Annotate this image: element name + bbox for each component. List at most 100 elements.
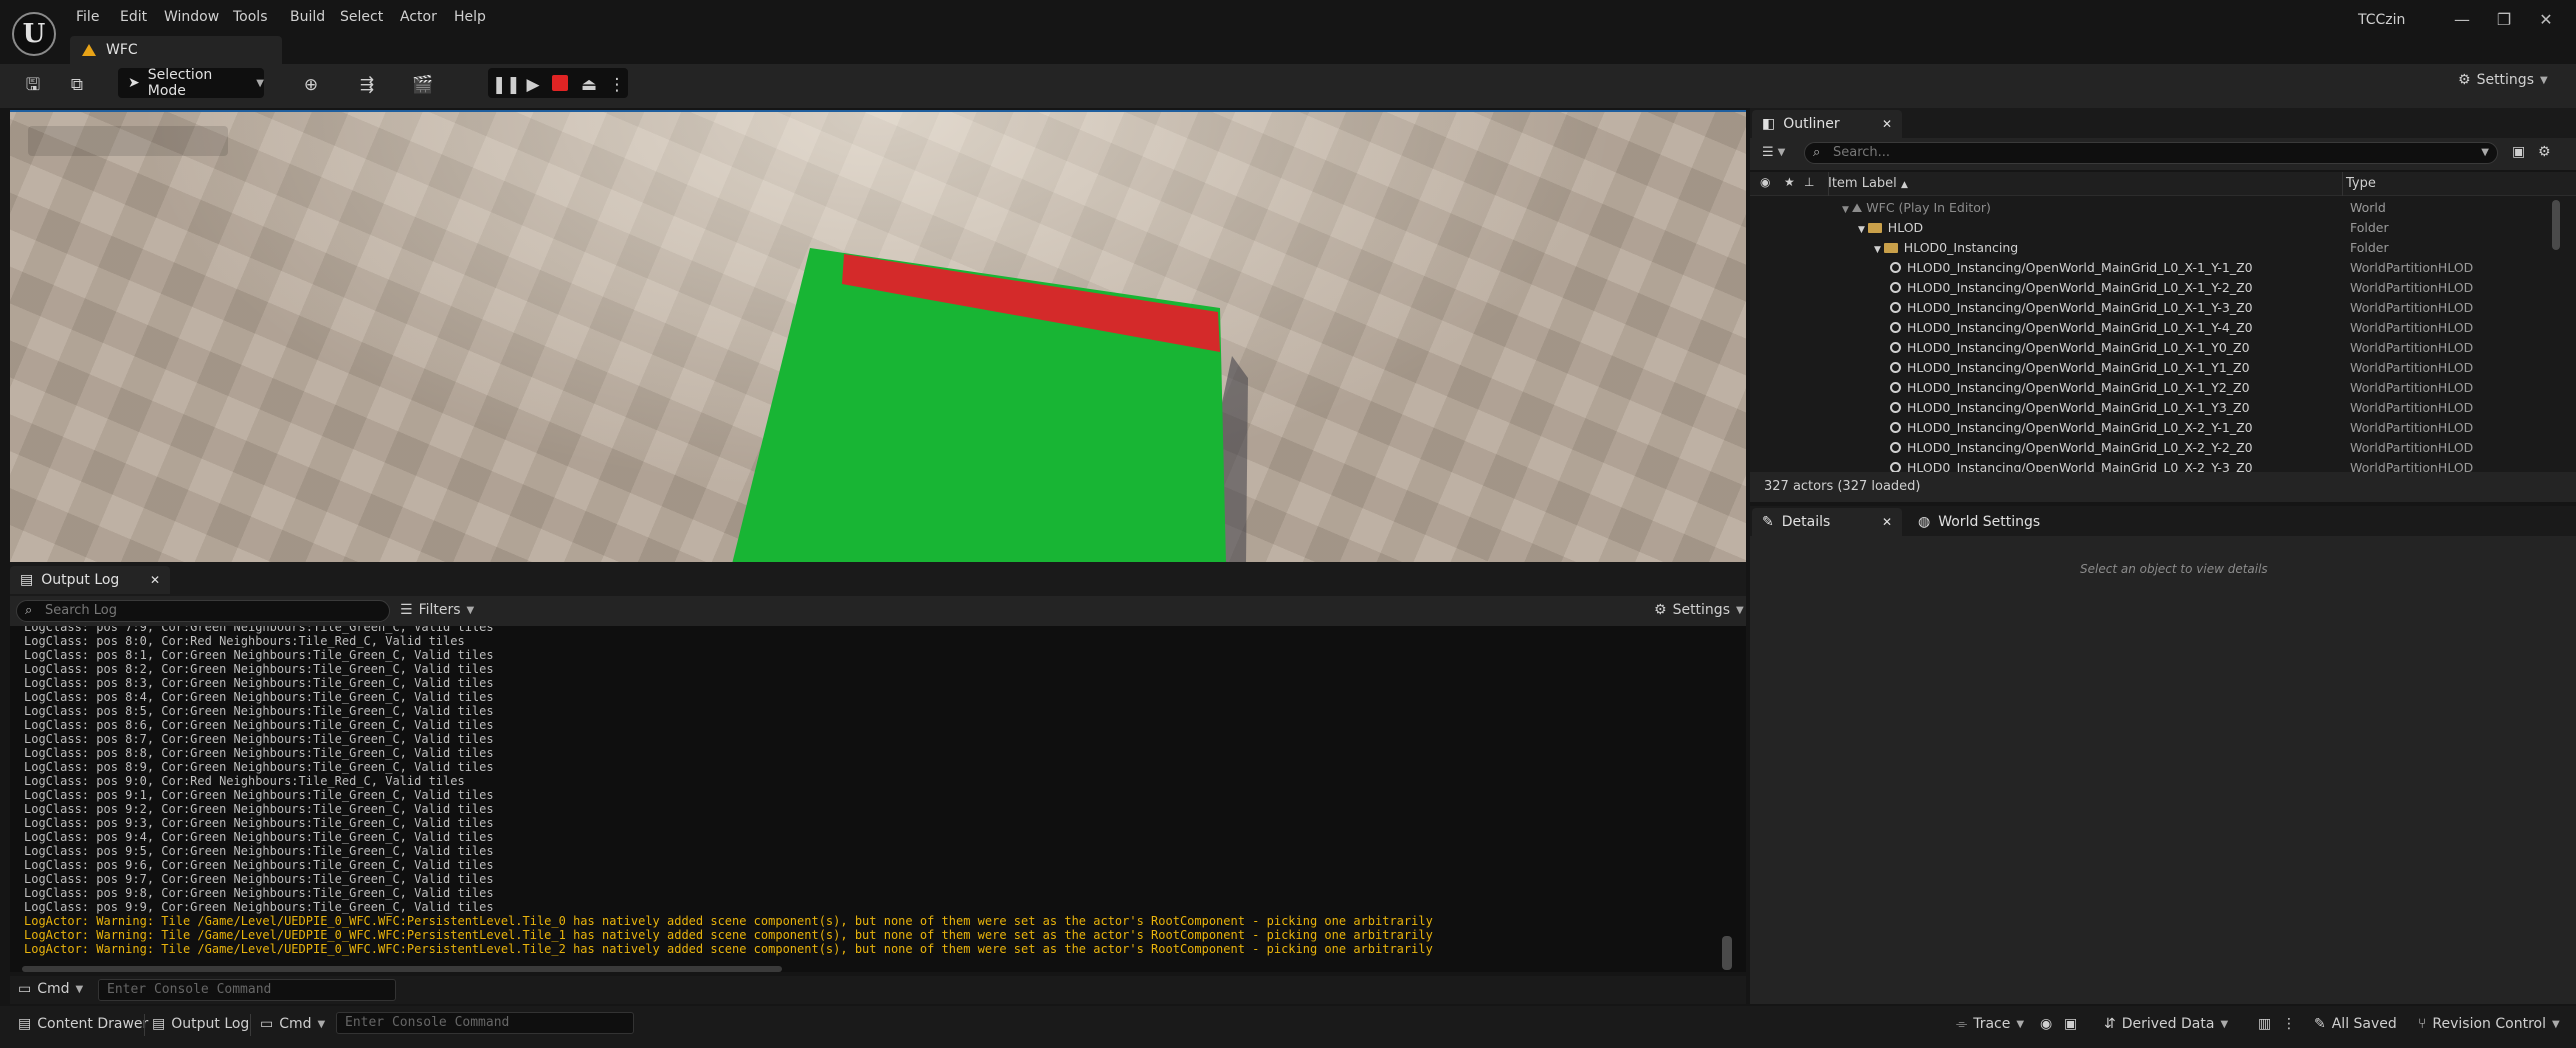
log-settings-button[interactable]: ⚙ Settings ▼ xyxy=(1654,602,1744,618)
close-tab-icon[interactable]: ✕ xyxy=(1882,117,1892,131)
close-tab-icon[interactable]: ✕ xyxy=(1882,515,1892,529)
actor-icon xyxy=(1890,342,1901,353)
drawer-icon: ▤ xyxy=(18,1016,32,1032)
close-icon[interactable]: ✕ xyxy=(2526,6,2566,34)
menu-tools[interactable]: Tools xyxy=(233,9,268,25)
outliner-row[interactable]: HLOD0_Instancing/OpenWorld_MainGrid_L0_X… xyxy=(1750,438,2576,458)
toolbar-settings-label: Settings xyxy=(2476,72,2534,88)
trace-icon: ⌯ xyxy=(1956,1016,1968,1032)
pause-icon[interactable]: ❚❚ xyxy=(492,72,521,98)
outliner-row[interactable]: HLOD0_Instancing/OpenWorld_MainGrid_L0_X… xyxy=(1750,258,2576,278)
stats-icon[interactable]: ▥ xyxy=(2258,1016,2271,1032)
outliner-row[interactable]: HLOD0_Instancing/OpenWorld_MainGrid_L0_X… xyxy=(1750,358,2576,378)
menu-actor[interactable]: Actor xyxy=(400,9,437,25)
save-icon[interactable]: 🖫 xyxy=(20,72,46,98)
cinematics-icon[interactable]: 🎬 xyxy=(410,72,436,98)
outliner-row[interactable]: HLOD0_Instancing/OpenWorld_MainGrid_L0_X… xyxy=(1750,418,2576,438)
log-cmd-button[interactable]: ▭ Cmd ▼ xyxy=(18,981,83,997)
all-saved-indicator[interactable]: ✎ All Saved xyxy=(2314,1016,2397,1032)
log-line: LogClass: pos 8:6, Cor:Green Neighbours:… xyxy=(24,718,494,732)
derived-data-button[interactable]: ⇵ Derived Data ▼ xyxy=(2104,1016,2228,1032)
world-settings-tab[interactable]: ◍ World Settings xyxy=(1908,508,2068,536)
trace-label: Trace xyxy=(1973,1016,2011,1032)
outliner-row[interactable]: HLOD0_Instancing/OpenWorld_MainGrid_L0_X… xyxy=(1750,318,2576,338)
log-line: LogClass: pos 9:5, Cor:Green Neighbours:… xyxy=(24,844,494,858)
details-tab[interactable]: ✎ Details ✕ xyxy=(1752,508,1902,536)
outliner-row[interactable]: ▼ ⛰ WFC (Play In Editor) World xyxy=(1750,198,2576,218)
output-log-tab[interactable]: ▤ Output Log ✕ xyxy=(10,566,170,594)
log-body[interactable]: LogClass: pos 7:9, Cor:Green Neighbours:… xyxy=(10,626,1746,972)
menu-file[interactable]: File xyxy=(76,9,99,25)
revision-control-button[interactable]: ⑂ Revision Control ▼ xyxy=(2418,1016,2560,1032)
viewport-options-overlay[interactable] xyxy=(28,126,228,156)
expand-arrow-icon[interactable]: ▼ xyxy=(1874,245,1884,255)
gear-icon[interactable]: ⚙ xyxy=(2538,144,2551,160)
blueprint-icon[interactable]: ⇶ xyxy=(354,72,380,98)
outliner-row[interactable]: HLOD0_Instancing/OpenWorld_MainGrid_L0_X… xyxy=(1750,378,2576,398)
outliner-row-type: WorldPartitionHLOD xyxy=(2350,460,2474,472)
column-item-label[interactable]: Item Label ▲ xyxy=(1828,176,1908,191)
outliner-tab[interactable]: ◧ Outliner ✕ xyxy=(1752,110,1902,138)
cursor-icon: ➤ xyxy=(128,75,140,91)
statusbar-console-input[interactable]: Enter Console Command xyxy=(336,1012,634,1034)
outliner-row[interactable]: HLOD0_Instancing/OpenWorld_MainGrid_L0_X… xyxy=(1750,278,2576,298)
favorite-star-icon[interactable]: ★ xyxy=(1784,175,1795,189)
outliner-row[interactable]: HLOD0_Instancing/OpenWorld_MainGrid_L0_X… xyxy=(1750,338,2576,358)
log-console-input[interactable]: Enter Console Command xyxy=(98,979,396,1001)
outliner-filter-button[interactable]: ☰ ▼ xyxy=(1762,145,1785,160)
selection-mode-dropdown[interactable]: ➤ Selection Mode ▼ xyxy=(118,67,264,99)
outliner-row-label: HLOD0_Instancing/OpenWorld_MainGrid_L0_X… xyxy=(1890,278,2253,298)
menu-build[interactable]: Build xyxy=(290,9,325,25)
visibility-eye-icon[interactable]: ◉ xyxy=(1760,175,1770,189)
menu-edit[interactable]: Edit xyxy=(120,9,147,25)
chevron-down-icon: ▼ xyxy=(2220,1018,2229,1030)
minimize-icon[interactable]: — xyxy=(2442,6,2482,34)
more-options-icon[interactable]: ⋮ xyxy=(2282,1016,2296,1032)
browse-content-icon[interactable]: ⧉ xyxy=(64,72,90,98)
statusbar-cmd-button[interactable]: ▭ Cmd ▼ xyxy=(260,1016,325,1032)
expand-arrow-icon[interactable]: ▼ xyxy=(1858,225,1868,235)
expand-arrow-icon[interactable]: ▼ xyxy=(1842,205,1852,215)
outliner-row[interactable]: HLOD0_Instancing/OpenWorld_MainGrid_L0_X… xyxy=(1750,398,2576,418)
outliner-row-label: HLOD0_Instancing/OpenWorld_MainGrid_L0_X… xyxy=(1890,398,2250,418)
menu-window[interactable]: Window xyxy=(164,9,219,25)
column-type[interactable]: Type xyxy=(2346,176,2376,191)
level-viewport[interactable] xyxy=(10,110,1746,562)
filter-icon: ☰ xyxy=(400,602,413,618)
toolbar-settings-button[interactable]: ⚙ Settings ▼ xyxy=(2458,72,2548,88)
trace-button[interactable]: ⌯ Trace ▼ xyxy=(1956,1016,2024,1032)
outliner-tree[interactable]: ▼ ⛰ WFC (Play In Editor) World ▼ HLOD Folde… xyxy=(1750,196,2576,472)
outliner-row[interactable]: HLOD0_Instancing/OpenWorld_MainGrid_L0_X… xyxy=(1750,458,2576,472)
restore-icon[interactable]: ❐ xyxy=(2484,6,2524,34)
step-frame-icon[interactable]: ▶ xyxy=(520,72,546,98)
outliner-row-text: HLOD0_Instancing/OpenWorld_MainGrid_L0_X… xyxy=(1907,280,2253,295)
log-vertical-scrollbar[interactable] xyxy=(1722,936,1732,970)
actor-icon xyxy=(1890,382,1901,393)
record-icon[interactable]: ◉ xyxy=(2040,1016,2052,1032)
outliner-row[interactable]: HLOD0_Instancing/OpenWorld_MainGrid_L0_X… xyxy=(1750,298,2576,318)
statusbar-output-log-button[interactable]: ▤ Output Log xyxy=(152,1016,249,1032)
outliner-row-type: Folder xyxy=(2350,220,2389,235)
log-search-input[interactable]: ⌕ Search Log xyxy=(16,600,390,622)
menu-help[interactable]: Help xyxy=(454,9,486,25)
outliner-scrollbar[interactable] xyxy=(2552,200,2560,250)
unreal-logo-icon[interactable]: U xyxy=(12,12,56,56)
outliner-search-input[interactable]: ⌕ Search... ▼ xyxy=(1804,142,2498,164)
play-options-icon[interactable]: ⋮ xyxy=(604,72,630,98)
outliner-row[interactable]: ▼ HLOD Folder xyxy=(1750,218,2576,238)
add-actor-icon[interactable]: ⊕ xyxy=(298,72,324,98)
pin-icon[interactable]: ⊥ xyxy=(1804,175,1814,189)
eject-icon[interactable]: ⏏ xyxy=(576,72,602,98)
add-folder-icon[interactable]: ▣ xyxy=(2512,144,2525,160)
content-drawer-button[interactable]: ▤ Content Drawer xyxy=(18,1016,148,1032)
viewport-scene xyxy=(732,248,1248,562)
outliner-row[interactable]: ▼ HLOD0_Instancing Folder xyxy=(1750,238,2576,258)
menu-select[interactable]: Select xyxy=(340,9,383,25)
log-horizontal-scrollbar[interactable] xyxy=(22,966,782,972)
level-tab[interactable]: WFC xyxy=(70,36,282,64)
log-filters-button[interactable]: ☰ Filters ▼ xyxy=(400,602,474,618)
close-tab-icon[interactable]: ✕ xyxy=(150,573,160,587)
screenshot-icon[interactable]: ▣ xyxy=(2064,1016,2077,1032)
log-line: LogClass: pos 8:9, Cor:Green Neighbours:… xyxy=(24,760,494,774)
stop-icon[interactable] xyxy=(552,75,568,91)
